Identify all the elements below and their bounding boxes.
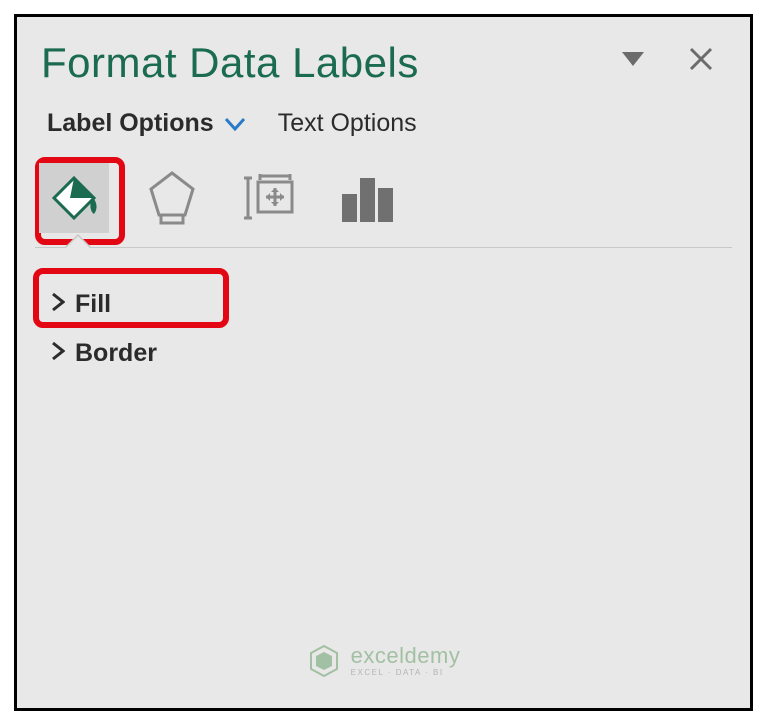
fill-line-icon[interactable] bbox=[39, 163, 109, 233]
pane-title: Format Data Labels bbox=[41, 39, 622, 87]
chevron-right-icon bbox=[51, 341, 65, 367]
size-properties-icon[interactable] bbox=[235, 163, 305, 233]
active-tab-pointer bbox=[65, 234, 91, 248]
pane-header: Format Data Labels bbox=[35, 31, 732, 109]
tab-text-options[interactable]: Text Options bbox=[278, 109, 417, 138]
header-controls bbox=[622, 45, 714, 77]
tab-dropdown-icon[interactable] bbox=[224, 109, 246, 138]
tab-label-options[interactable]: Label Options bbox=[47, 109, 214, 138]
section-fill[interactable]: Fill bbox=[47, 280, 732, 329]
section-fill-label: Fill bbox=[75, 290, 111, 319]
watermark: exceldemy EXCEL · DATA · BI bbox=[17, 644, 750, 678]
dropdown-icon[interactable] bbox=[622, 52, 644, 71]
section-list: Fill Border bbox=[35, 270, 732, 378]
format-pane: Format Data Labels Label Options Text Op… bbox=[14, 14, 753, 711]
label-options-icon[interactable] bbox=[333, 163, 403, 233]
watermark-logo-icon bbox=[307, 644, 341, 678]
effects-icon[interactable] bbox=[137, 163, 207, 233]
watermark-tagline: EXCEL · DATA · BI bbox=[351, 669, 461, 677]
option-tabs: Label Options Text Options bbox=[35, 109, 732, 156]
watermark-name: exceldemy bbox=[351, 645, 461, 667]
watermark-text: exceldemy EXCEL · DATA · BI bbox=[351, 645, 461, 677]
category-icons bbox=[35, 156, 732, 248]
section-border[interactable]: Border bbox=[47, 329, 732, 378]
section-border-label: Border bbox=[75, 339, 157, 368]
close-icon[interactable] bbox=[688, 45, 714, 77]
chevron-right-icon bbox=[51, 292, 65, 318]
